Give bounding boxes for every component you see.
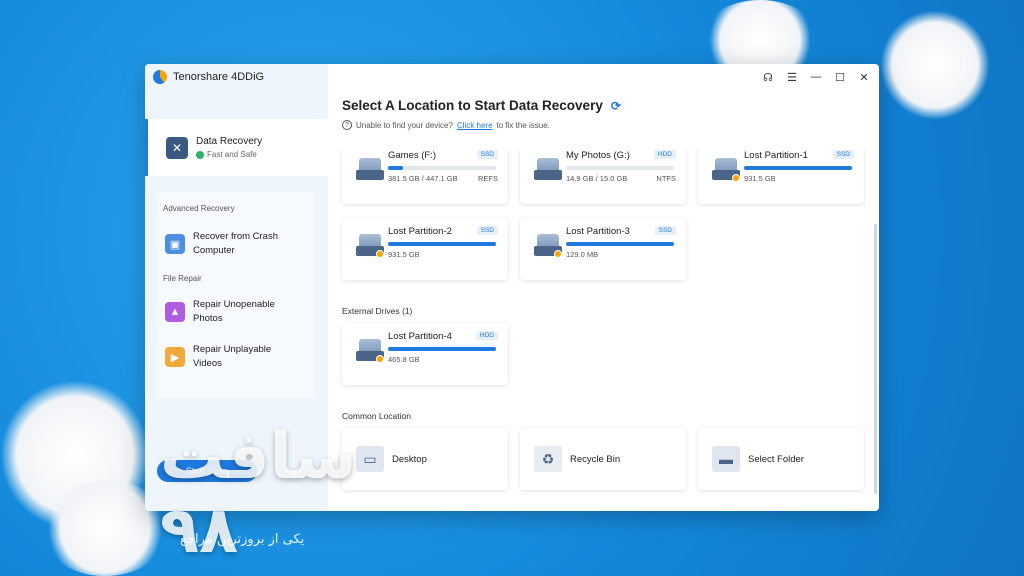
menu-icon[interactable]: ☰ <box>785 70 799 84</box>
app-brand: Tenorshare 4DDiG <box>153 70 264 84</box>
crash-label-line1: Recover from Crash <box>193 231 278 242</box>
drive-icon <box>534 234 562 258</box>
drive-icon <box>712 158 740 182</box>
page-title: Select A Location to Start Data Recovery… <box>342 98 621 113</box>
drive-card-lost-partition-4[interactable]: Lost Partition-4 HDD 465.8 GB <box>342 323 508 385</box>
page-title-text: Select A Location to Start Data Recovery <box>342 98 603 113</box>
warning-icon <box>732 174 740 182</box>
location-recycle-bin[interactable]: ♻ Recycle Bin <box>520 428 686 490</box>
drive-size: 129.0 MB <box>566 250 599 259</box>
drive-filesystem: REFS <box>477 174 498 183</box>
drive-name: Games (F:) <box>388 150 437 161</box>
drive-card-my-photos[interactable]: My Photos (G:) HDD 14.9 GB / 15.0 GB NTF… <box>520 150 686 204</box>
photos-label-line2: Photos <box>193 313 223 324</box>
usage-bar <box>388 242 496 246</box>
folder-icon: ▬ <box>712 446 740 472</box>
question-icon: ? <box>342 120 352 130</box>
usb-drive-icon <box>356 339 384 363</box>
drive-icon <box>356 234 384 258</box>
warning-icon <box>376 250 384 258</box>
usage-bar <box>388 166 496 170</box>
sidebar-item-repair-photos[interactable]: ▲ Repair Unopenable Photos <box>165 298 305 326</box>
drive-card-lost-partition-1[interactable]: Lost Partition-1 SSD 931.5 GB <box>698 150 864 204</box>
headset-icon[interactable]: ☊ <box>761 70 775 84</box>
drive-type-badge: SSD <box>832 150 854 159</box>
app-logo-icon <box>153 70 167 84</box>
click-here-link[interactable]: Click here <box>457 121 493 130</box>
location-label: Desktop <box>392 453 427 465</box>
refresh-icon[interactable]: ⟳ <box>611 99 621 113</box>
sidebar-item-data-recovery[interactable]: ✕ Data Recovery Fast and Safe <box>145 119 328 176</box>
drive-type-badge: SSD <box>654 226 676 235</box>
location-select-folder[interactable]: ▬ Select Folder <box>698 428 864 490</box>
app-title: Tenorshare 4DDiG <box>173 71 265 83</box>
tools-icon: ✕ <box>166 136 188 159</box>
drive-size: 14.9 GB / 15.0 GB <box>566 174 628 183</box>
drive-name: Lost Partition-2 <box>388 226 452 237</box>
drive-name: My Photos (G:) <box>566 150 630 161</box>
drive-card-lost-partition-3[interactable]: Lost Partition-3 SSD 129.0 MB <box>520 218 686 280</box>
drive-type-badge: SSD <box>476 226 498 235</box>
location-label: Select Folder <box>748 453 804 465</box>
sidebar-item-repair-videos[interactable]: ▶ Repair Unplayable Videos <box>165 343 305 371</box>
crash-label-line2: Computer <box>193 245 235 256</box>
drive-size: 931.5 GB <box>744 174 776 183</box>
sidebar-item-crash-recovery[interactable]: ▣ Recover from Crash Computer <box>165 230 305 258</box>
advanced-recovery-label: Advanced Recovery <box>163 204 235 213</box>
photos-label-line1: Repair Unopenable <box>193 299 275 310</box>
watermark-tagline: یکی از بروزترین مراجع <box>180 532 305 547</box>
drive-icon <box>534 158 562 182</box>
advanced-panel: Advanced Recovery ▣ Recover from Crash C… <box>157 192 315 399</box>
minimize-icon[interactable]: — <box>809 70 823 84</box>
sidebar-item-label: Data Recovery <box>196 136 263 147</box>
drive-name: Lost Partition-3 <box>566 226 630 237</box>
drive-type-badge: HDD <box>653 150 676 159</box>
drive-icon <box>356 158 384 182</box>
file-repair-label: File Repair <box>163 274 202 283</box>
usage-bar <box>388 347 496 351</box>
sidebar-item-sub: Fast and Safe <box>207 150 257 159</box>
drive-size: 931.5 GB <box>388 250 420 259</box>
drive-name: Lost Partition-1 <box>744 150 808 161</box>
computer-icon: ▣ <box>165 234 185 254</box>
usage-bar <box>566 166 674 170</box>
video-icon: ▶ <box>165 347 185 367</box>
drive-type-badge: SSD <box>476 150 498 159</box>
watermark: سافت ۹۸ یکی از بروزترین مراجع <box>160 420 380 568</box>
drive-list: Games (F:) SSD 381.5 GB / 447.1 GB REFS … <box>328 150 879 511</box>
drive-type-badge: HDD <box>475 331 498 340</box>
drive-filesystem: NTFS <box>656 174 676 183</box>
drive-size: 381.5 GB / 447.1 GB <box>388 174 458 183</box>
scrollbar[interactable] <box>874 224 877 494</box>
warning-icon <box>376 355 384 363</box>
drive-card-lost-partition-2[interactable]: Lost Partition-2 SSD 931.5 GB <box>342 218 508 280</box>
window-controls: ☊ ☰ — ☐ ✕ <box>761 70 871 84</box>
help-prefix: Unable to find your device? <box>356 120 453 130</box>
usage-bar <box>744 166 852 170</box>
videos-label-line1: Repair Unplayable <box>193 344 272 355</box>
warning-icon <box>554 250 562 258</box>
location-label: Recycle Bin <box>570 453 621 465</box>
help-line: ? Unable to find your device? Click here… <box>342 120 550 130</box>
maximize-icon[interactable]: ☐ <box>833 70 847 84</box>
recycle-bin-icon: ♻ <box>534 446 562 472</box>
drive-name: Lost Partition-4 <box>388 331 452 342</box>
videos-label-line2: Videos <box>193 358 222 369</box>
usage-bar <box>566 242 674 246</box>
flower-decoration <box>880 10 990 120</box>
help-suffix: to fix the issue. <box>496 120 550 130</box>
main-area: ☊ ☰ — ☐ ✕ Select A Location to Start Dat… <box>328 64 879 511</box>
close-icon[interactable]: ✕ <box>857 70 871 84</box>
drive-size: 465.8 GB <box>388 355 420 364</box>
photo-icon: ▲ <box>165 302 185 322</box>
check-icon <box>196 150 204 159</box>
drive-card-games[interactable]: Games (F:) SSD 381.5 GB / 447.1 GB REFS <box>342 150 508 204</box>
external-drives-label: External Drives (1) <box>342 306 413 316</box>
